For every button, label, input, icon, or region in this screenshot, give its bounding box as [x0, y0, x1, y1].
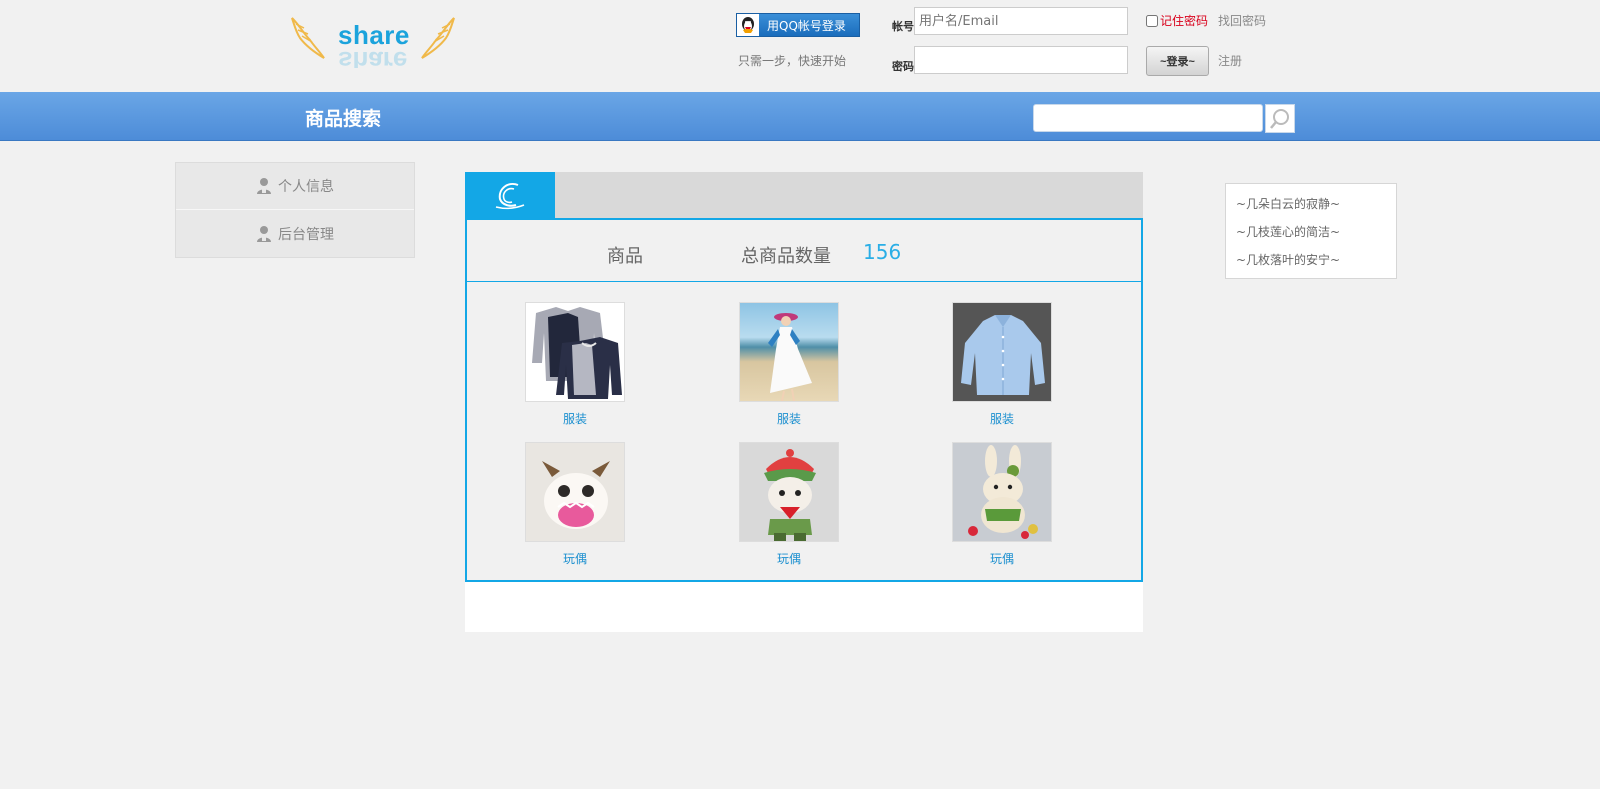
search-input[interactable]	[1033, 104, 1263, 132]
remember-password[interactable]: 记住密码	[1146, 12, 1208, 29]
password-input[interactable]	[914, 46, 1128, 74]
logo-text: share	[338, 20, 410, 50]
swirl-logo-icon	[495, 183, 525, 210]
sidebar-item-label: 个人信息	[278, 179, 334, 195]
product-item[interactable]: 玩偶	[525, 442, 625, 567]
remember-label: 记住密码	[1160, 14, 1209, 28]
total-goods-value: 156	[863, 240, 902, 264]
product-caption: 玩偶	[989, 552, 1014, 566]
quotes-box: ~几朵白云的寂静~ ~几枝莲心的简洁~ ~几枚落叶的安宁~	[1225, 183, 1397, 279]
register-link[interactable]: 注册	[1218, 52, 1242, 69]
sidebar-item-label: 后台管理	[278, 226, 334, 243]
sidebar-item-admin[interactable]: 后台管理	[176, 210, 414, 257]
poro-doll-image	[525, 442, 625, 542]
search-title: 商品搜索	[305, 108, 382, 130]
remember-checkbox[interactable]	[1146, 14, 1158, 27]
main-tab-bar	[465, 172, 1143, 218]
product-item[interactable]: 服装	[952, 302, 1052, 427]
blue-shirt-image	[952, 302, 1052, 402]
quote-item: ~几朵白云的寂静~	[1236, 197, 1341, 211]
find-password-link[interactable]: 找回密码	[1218, 12, 1266, 29]
stats-row: 商品 总商品数量 156	[467, 220, 1141, 282]
sidebar: 个人信息 后台管理	[175, 162, 415, 258]
white-dress-image	[739, 302, 839, 402]
tab-home[interactable]	[465, 172, 555, 218]
sweater-image	[525, 302, 625, 402]
qq-login-tip: 只需一步，快速开始	[738, 54, 847, 68]
product-panel: 商品 总商品数量 156 服装 服装 服装 玩偶 玩偶 玩偶	[465, 218, 1143, 582]
product-item[interactable]: 服装	[525, 302, 625, 427]
right-wing-icon	[421, 17, 455, 59]
product-item[interactable]: 玩偶	[739, 442, 839, 567]
product-caption: 服装	[989, 412, 1014, 426]
search-icon	[1270, 108, 1289, 129]
product-item[interactable]: 服装	[739, 302, 839, 427]
left-wing-icon	[291, 17, 325, 59]
product-item[interactable]: 玩偶	[952, 442, 1052, 567]
account-label: 帐号	[892, 20, 914, 33]
goods-label: 商品	[607, 246, 643, 267]
product-caption: 玩偶	[562, 552, 587, 566]
panel-footer	[465, 582, 1143, 632]
logo-reflection: share	[338, 48, 408, 68]
total-goods-label: 总商品数量	[741, 246, 831, 267]
login-button[interactable]: ~登录~	[1146, 46, 1209, 76]
quote-item: ~几枚落叶的安宁~	[1236, 253, 1341, 267]
bunny-doll-image	[952, 442, 1052, 542]
site-logo[interactable]: share share	[290, 14, 455, 76]
qq-login-button[interactable]: 用QQ帐号登录	[736, 13, 860, 37]
password-label: 密码	[892, 60, 914, 73]
product-caption: 服装	[776, 412, 801, 426]
search-button[interactable]	[1265, 104, 1295, 133]
account-input[interactable]	[914, 7, 1128, 35]
product-caption: 服装	[562, 412, 587, 426]
user-icon	[257, 225, 271, 242]
search-bar: 商品搜索	[0, 92, 1600, 141]
qq-login-label: 用QQ帐号登录	[767, 18, 846, 33]
teemo-doll-image	[739, 442, 839, 542]
sidebar-item-personal-info[interactable]: 个人信息	[176, 163, 414, 210]
user-icon	[257, 178, 271, 194]
quote-item: ~几枝莲心的简洁~	[1236, 225, 1341, 239]
product-caption: 玩偶	[776, 552, 801, 566]
qq-penguin-icon	[737, 14, 759, 36]
